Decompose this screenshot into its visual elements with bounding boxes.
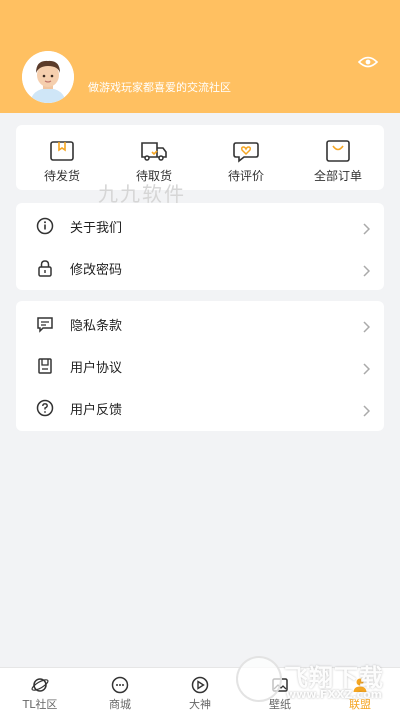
order-label: 待发货 [43, 169, 80, 183]
menu-group-1: 关于我们 修改密码 [16, 203, 384, 290]
help-icon [36, 399, 54, 417]
truck-icon [140, 139, 168, 163]
site-logo-watermark: 飞翔下载 www.FXXZ.com [232, 650, 392, 708]
menu-item-label: 隐私条款 [70, 318, 123, 334]
message-icon [36, 315, 54, 333]
profile-header: 做游戏玩家都喜爱的交流社区 [0, 0, 400, 113]
menu-item-about[interactable]: 关于我们 [16, 205, 384, 247]
info-icon [36, 217, 54, 235]
avatar[interactable] [22, 51, 74, 103]
chevron-right-icon [362, 262, 371, 277]
menu-item-change-password[interactable]: 修改密码 [16, 247, 384, 289]
eye-icon[interactable] [357, 52, 379, 72]
menu-item-label: 用户协议 [70, 360, 123, 376]
tab-master[interactable]: 大神 [160, 668, 240, 711]
menu-group-2: 隐私条款 用户协议 用户反馈 [16, 301, 384, 431]
bag-icon [324, 139, 352, 163]
lock-icon [36, 259, 54, 277]
order-pending-shipment[interactable]: 待发货 [16, 125, 108, 190]
logo-url-text: www.FXXZ.com [286, 688, 383, 701]
order-label: 待评价 [227, 169, 264, 183]
chevron-right-icon [362, 220, 371, 235]
menu-item-label: 用户反馈 [70, 402, 123, 418]
logo-badge-icon [236, 656, 282, 702]
planet-icon [31, 676, 49, 694]
play-icon [191, 676, 209, 694]
chevron-right-icon [362, 360, 371, 375]
menu-item-user-agreement[interactable]: 用户协议 [16, 345, 384, 387]
order-label: 全部订单 [313, 169, 362, 183]
tab-label: 大神 [189, 698, 211, 711]
chat-bubble-icon [111, 676, 129, 694]
heart-chat-icon [232, 139, 260, 163]
menu-item-privacy[interactable]: 隐私条款 [16, 303, 384, 345]
tab-tl-community[interactable]: TL社区 [0, 668, 80, 711]
order-pending-review[interactable]: 待评价 [200, 125, 292, 190]
menu-item-label: 修改密码 [70, 262, 123, 278]
menu-item-label: 关于我们 [70, 220, 123, 236]
chevron-right-icon [362, 402, 371, 417]
tab-label: TL社区 [22, 698, 58, 711]
document-icon [36, 357, 54, 375]
header-slogan: 做游戏玩家都喜爱的交流社区 [88, 81, 231, 94]
order-all[interactable]: 全部订单 [292, 125, 384, 190]
menu-item-feedback[interactable]: 用户反馈 [16, 387, 384, 429]
chevron-right-icon [362, 318, 371, 333]
tab-mall[interactable]: 商城 [80, 668, 160, 711]
box-icon [48, 139, 76, 163]
order-status-card: 待发货 待取货 待评价 全部订单 [16, 125, 384, 190]
tab-label: 商城 [109, 698, 131, 711]
